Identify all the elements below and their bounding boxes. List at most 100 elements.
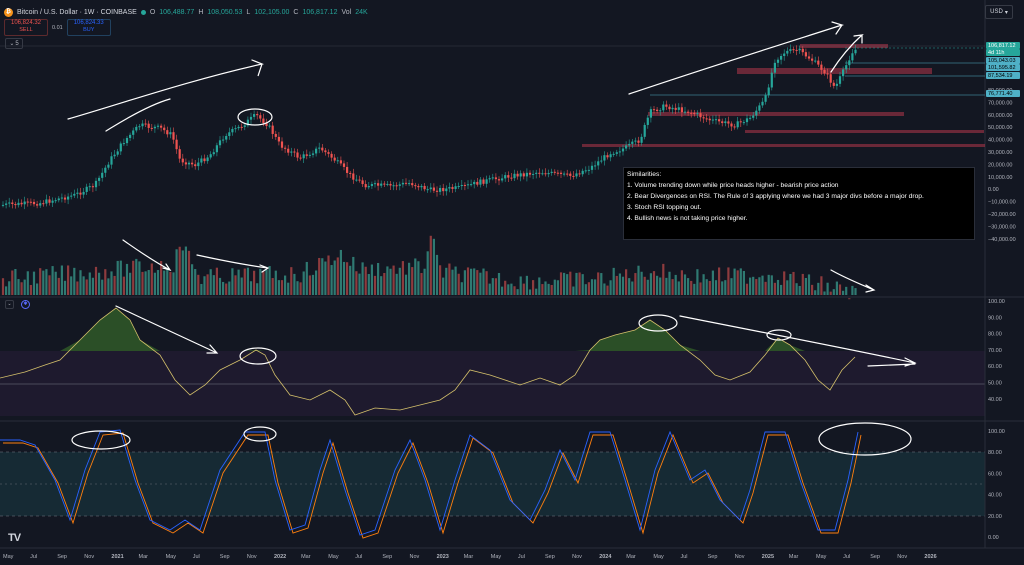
volume-bar bbox=[259, 268, 262, 295]
volume-bar bbox=[773, 282, 776, 295]
volume-bar bbox=[280, 280, 284, 295]
candle-body bbox=[203, 158, 206, 162]
volume-bar bbox=[652, 271, 656, 295]
volume-bar bbox=[147, 269, 150, 295]
candle-body bbox=[482, 179, 485, 184]
candle-body bbox=[361, 180, 364, 185]
candle-body bbox=[29, 201, 32, 203]
candle-body bbox=[187, 162, 191, 165]
zone-rect[interactable] bbox=[648, 112, 904, 116]
symbol-title[interactable]: Bitcoin / U.S. Dollar · 1W · COINBASE bbox=[17, 9, 137, 16]
candle-body bbox=[150, 127, 153, 129]
volume-bar bbox=[680, 270, 683, 295]
price-tick: 10,000.00 bbox=[988, 175, 1012, 181]
volume-bar bbox=[764, 281, 767, 295]
volume-bar bbox=[20, 282, 23, 295]
symbol-legend[interactable]: ₿ Bitcoin / U.S. Dollar · 1W · COINBASE … bbox=[4, 5, 368, 19]
volume-bar bbox=[631, 281, 634, 295]
high-label: H bbox=[198, 8, 204, 16]
candle-body bbox=[789, 49, 792, 51]
volume-bar bbox=[222, 281, 225, 295]
candle-body bbox=[448, 187, 451, 189]
volume-bar bbox=[541, 284, 544, 295]
candle-body bbox=[479, 179, 482, 185]
time-axis[interactable]: May Jul Sep Nov 2021 Mar May Jul Sep Nov 2022 Mar Ma… bbox=[3, 554, 937, 560]
time-label: 2024 bbox=[599, 554, 612, 560]
candle-body bbox=[200, 158, 203, 163]
candle-body bbox=[57, 198, 60, 201]
volume-bar bbox=[476, 270, 479, 295]
candle-body bbox=[535, 172, 538, 174]
candle-body bbox=[346, 166, 349, 173]
zone-rect[interactable] bbox=[737, 68, 932, 74]
stoch-tick: 40.00 bbox=[988, 493, 1002, 499]
chevron-down-icon[interactable]: ⌄ bbox=[5, 300, 14, 309]
candle-body bbox=[755, 110, 758, 116]
candle-body bbox=[628, 143, 631, 146]
buy-button[interactable]: 106,824.33 BUY bbox=[66, 19, 111, 36]
volume-bar bbox=[584, 284, 587, 295]
volume-bar bbox=[702, 274, 705, 295]
chart-canvas[interactable]: 80,000.0070,000.0060,000.0050,000.0040,0… bbox=[0, 0, 1024, 565]
candle-body bbox=[336, 160, 339, 162]
volume-bar bbox=[727, 267, 730, 295]
volume-bar bbox=[104, 269, 107, 295]
candle-body bbox=[408, 183, 411, 185]
candle-body bbox=[680, 107, 683, 113]
volume-bar bbox=[798, 285, 801, 295]
candle-body bbox=[814, 60, 817, 62]
volume-bar bbox=[786, 280, 789, 295]
price-tag-text: 105,043.03 bbox=[988, 58, 1016, 64]
volume-bar bbox=[640, 271, 643, 295]
volume-bar bbox=[513, 286, 516, 295]
candle-body bbox=[367, 186, 370, 188]
currency-select[interactable]: USD ▾ bbox=[985, 5, 1013, 19]
rsi-tick: 100.00 bbox=[988, 299, 1005, 305]
volume-bar bbox=[212, 275, 215, 295]
candle-body bbox=[156, 125, 160, 127]
indicators-toggle-button[interactable]: ⌄ 5 bbox=[5, 38, 23, 49]
zone-rect[interactable] bbox=[745, 130, 984, 133]
indicator-settings-icon[interactable]: ✱ bbox=[21, 300, 30, 309]
volume-bar bbox=[767, 274, 770, 295]
volume-bar bbox=[470, 268, 473, 295]
volume-bar bbox=[758, 277, 761, 295]
candle-body bbox=[218, 140, 222, 146]
price-tick: 40,000.00 bbox=[988, 138, 1012, 144]
candle-body bbox=[578, 173, 581, 175]
volume-bar bbox=[401, 261, 404, 295]
candle-body bbox=[618, 151, 621, 153]
tradingview-logo[interactable]: TV bbox=[8, 532, 21, 544]
candle-body bbox=[780, 55, 783, 60]
candle-body bbox=[333, 157, 336, 161]
volume-bar bbox=[559, 272, 563, 295]
volume-bar bbox=[119, 260, 122, 295]
candle-body bbox=[845, 65, 848, 70]
volume-bar bbox=[355, 271, 358, 295]
sell-button[interactable]: 106,824.32 SELL bbox=[4, 19, 48, 36]
price-tag-text: 4d 11h bbox=[988, 50, 1004, 56]
volume-bar bbox=[575, 272, 578, 295]
candle-body bbox=[166, 130, 169, 135]
high-value: 108,050.53 bbox=[207, 8, 243, 16]
volume-bar bbox=[705, 279, 708, 295]
volume-bar bbox=[153, 272, 156, 295]
volume-bar bbox=[851, 285, 854, 295]
zone-rect[interactable] bbox=[582, 144, 985, 147]
volume-bar bbox=[749, 277, 752, 295]
volume-bar bbox=[156, 270, 160, 295]
volume-bar bbox=[485, 271, 488, 295]
candle-body bbox=[88, 186, 91, 188]
candle-body bbox=[32, 201, 36, 205]
candle-body bbox=[662, 104, 665, 111]
candle-body bbox=[144, 123, 147, 125]
candle-body bbox=[305, 154, 308, 156]
annotation-note[interactable]: Similarities: 1. Volume trending down wh… bbox=[623, 167, 975, 240]
candle-body bbox=[308, 154, 311, 156]
candle-body bbox=[563, 173, 566, 175]
volume-bar bbox=[538, 277, 541, 295]
candle-body bbox=[470, 184, 473, 186]
rsi-tick: 60.00 bbox=[988, 364, 1002, 370]
candle-body bbox=[491, 177, 494, 179]
volume-bar bbox=[783, 271, 786, 295]
